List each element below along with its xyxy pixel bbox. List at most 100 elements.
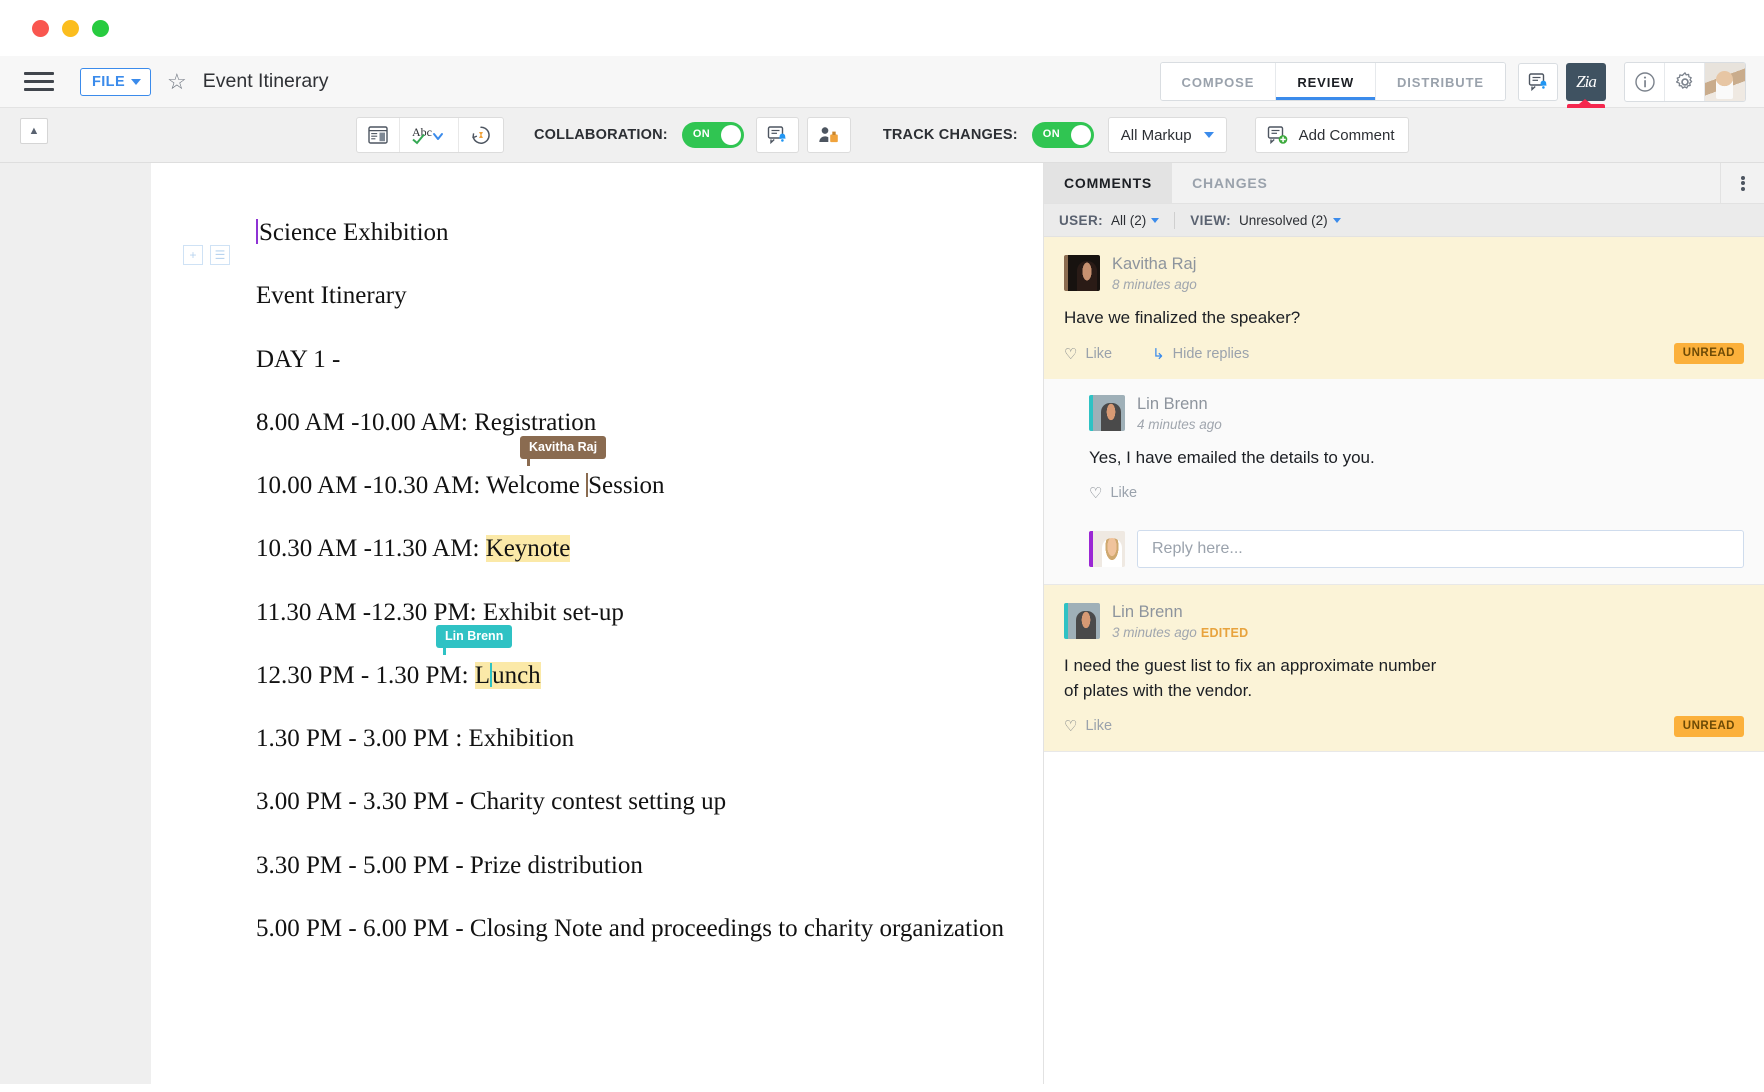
app-window: FILE ☆ Event Itinerary COMPOSE REVIEW DI…	[0, 0, 1764, 1092]
tab-distribute[interactable]: DISTRIBUTE	[1376, 63, 1505, 100]
version-history-icon[interactable]	[459, 118, 503, 152]
collab-caret-self	[256, 219, 258, 244]
doc-text: 10.30 AM -11.30 AM:	[256, 535, 486, 562]
highlighted-text: Lunch	[475, 662, 541, 689]
collaboration-toggle-state: ON	[693, 128, 710, 140]
info-icon[interactable]	[1625, 63, 1665, 101]
doc-paragraph-kavitha: Kavitha Raj 10.00 AM -10.30 AM: Welcome …	[256, 472, 1043, 501]
file-menu-label: FILE	[92, 74, 125, 90]
close-window-button[interactable]	[32, 20, 49, 37]
layout-panel-icon[interactable]	[357, 118, 400, 152]
markup-mode-select[interactable]: All Markup	[1108, 117, 1227, 153]
like-button[interactable]: ♡ Like	[1064, 717, 1112, 735]
comment-actions: ♡ Like UNREAD	[1064, 717, 1744, 735]
reply-input[interactable]: Reply here...	[1137, 530, 1744, 568]
doc-paragraph: 5.00 PM - 6.00 PM - Closing Note and pro…	[256, 915, 1043, 944]
review-toolbar: ▲ Abc	[0, 108, 1764, 163]
collab-cursor-label-lin: Lin Brenn	[436, 625, 512, 648]
tab-comments[interactable]: COMMENTS	[1044, 163, 1172, 203]
paragraph-style-icon[interactable]: ☰	[210, 245, 230, 265]
hide-replies-label: Hide replies	[1173, 346, 1250, 362]
comment-timestamp: 3 minutes agoEDITED	[1112, 625, 1248, 640]
window-traffic-lights	[32, 20, 109, 37]
reply-actions: ♡ Like	[1089, 484, 1744, 502]
doc-text: Session	[588, 472, 664, 499]
more-options-icon[interactable]	[1720, 163, 1764, 203]
doc-paragraph: 10.30 AM -11.30 AM: Keynote	[256, 535, 1043, 564]
collaboration-toggle[interactable]: ON	[682, 122, 744, 148]
reply-composer: Reply here...	[1044, 516, 1764, 584]
comment-reply[interactable]: Lin Brenn 4 minutes ago Yes, I have emai…	[1044, 379, 1764, 517]
page-title: Event Itinerary	[203, 70, 329, 93]
spellcheck-icon[interactable]: Abc	[400, 118, 459, 152]
tab-changes[interactable]: CHANGES	[1172, 163, 1288, 203]
comment-actions: ♡ Like ↳ Hide replies UNREAD	[1064, 345, 1744, 363]
avatar[interactable]	[1705, 63, 1745, 101]
comment-thread: Lin Brenn 3 minutes agoEDITED I need the…	[1044, 585, 1764, 752]
like-button[interactable]: ♡ Like	[1089, 484, 1137, 502]
comment-bell-icon[interactable]	[1518, 63, 1558, 101]
reply-header: Lin Brenn 4 minutes ago	[1089, 395, 1744, 432]
app-header: FILE ☆ Event Itinerary COMPOSE REVIEW DI…	[0, 56, 1764, 108]
reply-text: Yes, I have emailed the details to you.	[1089, 446, 1744, 471]
reply-timestamp: 4 minutes ago	[1137, 417, 1222, 432]
window-titlebar	[0, 0, 1764, 56]
comment-author: Lin Brenn	[1112, 603, 1248, 622]
reply-author: Lin Brenn	[1137, 395, 1222, 414]
file-menu-button[interactable]: FILE	[80, 68, 151, 96]
comment-timestamp: 8 minutes ago	[1112, 277, 1197, 292]
user-filter-value[interactable]: All (2)	[1111, 213, 1159, 228]
chevron-up-icon[interactable]: ▲	[20, 118, 48, 144]
comment-header: Kavitha Raj 8 minutes ago	[1064, 255, 1744, 292]
hamburger-icon[interactable]	[24, 72, 54, 91]
star-icon[interactable]: ☆	[167, 71, 187, 93]
maximize-window-button[interactable]	[92, 20, 109, 37]
heart-icon: ♡	[1064, 717, 1077, 735]
gear-icon[interactable]	[1665, 63, 1705, 101]
doc-text: Science Exhibition	[259, 219, 449, 246]
panel-empty-space	[1044, 752, 1764, 1084]
status-badge: UNREAD	[1674, 343, 1744, 364]
doc-paragraph: 11.30 AM -12.30 PM: Exhibit set-up	[256, 599, 1043, 628]
collab-notify-icon[interactable]	[756, 117, 799, 153]
comment-card[interactable]: Kavitha Raj 8 minutes ago Have we finali…	[1044, 237, 1764, 379]
track-changes-toggle[interactable]: ON	[1032, 122, 1094, 148]
add-comment-label: Add Comment	[1299, 127, 1395, 144]
avatar	[1064, 603, 1100, 639]
panel-tabs: COMMENTS CHANGES	[1044, 163, 1764, 204]
track-changes-label: TRACK CHANGES:	[883, 127, 1018, 143]
like-label: Like	[1085, 718, 1112, 734]
highlighted-text: Keynote	[486, 535, 571, 562]
document-page[interactable]: + ☰ Science Exhibition Event Itinerary D…	[151, 163, 1043, 1084]
panel-filters: USER: All (2) VIEW: Unresolved (2)	[1044, 204, 1764, 237]
tab-review[interactable]: REVIEW	[1276, 63, 1376, 100]
collaboration-label: COLLABORATION:	[534, 127, 668, 143]
add-comment-button[interactable]: Add Comment	[1255, 117, 1410, 153]
markup-mode-value: All Markup	[1121, 127, 1192, 144]
status-badge: UNREAD	[1674, 716, 1744, 737]
edited-badge: EDITED	[1201, 626, 1249, 640]
toolbar-view-group: Abc	[356, 117, 504, 153]
divider	[1174, 212, 1175, 229]
tab-compose[interactable]: COMPOSE	[1161, 63, 1277, 100]
zia-label: Zia	[1576, 72, 1596, 92]
like-button[interactable]: ♡ Like	[1064, 345, 1112, 363]
zia-assistant-button[interactable]: Zia new	[1566, 63, 1606, 101]
doc-paragraph: Science Exhibition	[256, 219, 1043, 248]
heart-icon: ♡	[1089, 484, 1102, 502]
doc-paragraph: 3.00 PM - 3.30 PM - Charity contest sett…	[256, 788, 1043, 817]
app-body: + ☰ Science Exhibition Event Itinerary D…	[0, 163, 1764, 1084]
hide-replies-button[interactable]: ↳ Hide replies	[1152, 345, 1249, 363]
doc-paragraph: 8.00 AM -10.00 AM: Registration	[256, 409, 1043, 438]
track-changes-toggle-state: ON	[1043, 128, 1060, 140]
document-body[interactable]: Science Exhibition Event Itinerary DAY 1…	[151, 219, 1043, 944]
share-user-icon[interactable]	[807, 117, 851, 153]
minimize-window-button[interactable]	[62, 20, 79, 37]
view-filter-value[interactable]: Unresolved (2)	[1239, 213, 1341, 228]
header-actions: COMPOSE REVIEW DISTRIBUTE Zia new	[1160, 62, 1746, 102]
chevron-down-icon	[1151, 218, 1159, 223]
toolbar-center: Abc COLLABORATION: ON	[356, 117, 1409, 153]
doc-paragraph: 1.30 PM - 3.00 PM : Exhibition	[256, 725, 1043, 754]
add-paragraph-icon[interactable]: +	[183, 245, 203, 265]
comment-card[interactable]: Lin Brenn 3 minutes agoEDITED I need the…	[1044, 585, 1764, 751]
